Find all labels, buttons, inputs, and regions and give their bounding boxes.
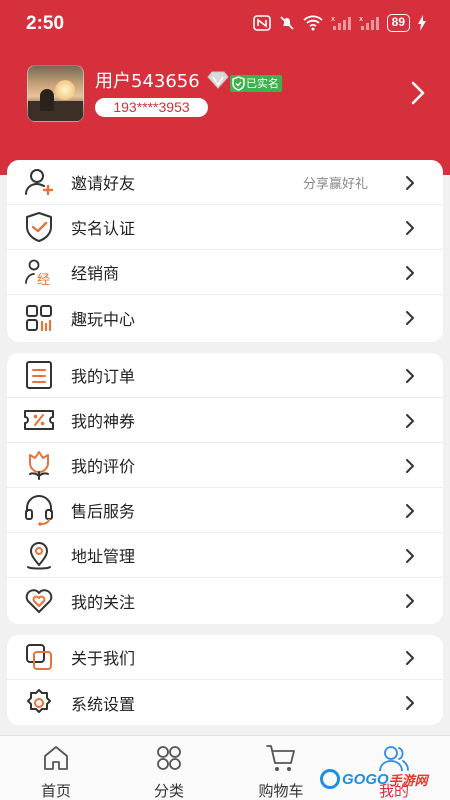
svg-text:x: x — [359, 15, 363, 23]
heart-icon — [22, 584, 56, 618]
chevron-right-icon — [406, 221, 414, 235]
menu-item-after-sales[interactable]: 售后服务 — [7, 488, 443, 533]
tab-label: 首页 — [40, 782, 71, 800]
menu-item-label: 经销商 — [71, 264, 120, 283]
settings-gear-icon — [22, 686, 56, 720]
menu-item-dealer[interactable]: 经 经销商 — [7, 250, 443, 295]
watermark-brand: GOGO — [342, 770, 389, 788]
chevron-right-icon — [406, 549, 414, 563]
menu-item-label: 我的评价 — [71, 457, 136, 476]
menu-item-real-name-auth[interactable]: 实名认证 — [7, 205, 443, 250]
status-icons: x x 89 — [252, 14, 426, 32]
verified-label: 已实名 — [246, 77, 279, 90]
menu-item-settings[interactable]: 系统设置 — [7, 680, 443, 725]
menu-item-label: 我的订单 — [71, 367, 136, 386]
chevron-right-icon — [406, 459, 414, 473]
tab-home[interactable]: 首页 — [16, 742, 96, 800]
menu-item-invite-friends[interactable]: 邀请好友 分享赢好礼 — [7, 160, 443, 205]
menu-group-orders: 我的订单 我的神券 我的评价 售后服务 地址管理 我的关注 — [7, 353, 443, 624]
chevron-right-icon — [406, 696, 414, 710]
profile-summary[interactable]: 用户543656 已实名 193****3953 — [27, 65, 427, 123]
charging-icon — [418, 15, 426, 31]
tab-category[interactable]: 分类 — [129, 742, 209, 800]
menu-item-label: 邀请好友 — [71, 174, 136, 193]
menu-item-favorites[interactable]: 我的关注 — [7, 578, 443, 623]
chevron-right-icon — [406, 266, 414, 280]
menu-item-label: 我的神券 — [71, 412, 136, 431]
menu-item-label: 实名认证 — [71, 219, 136, 238]
menu-group-account: 邀请好友 分享赢好礼 实名认证 经 经销商 趣玩中心 — [7, 160, 443, 342]
avatar[interactable] — [27, 65, 84, 122]
tab-cart[interactable]: 购物车 — [241, 742, 321, 800]
signal-icon: x — [331, 15, 351, 30]
watermark-circle-icon — [320, 769, 340, 789]
chevron-right-icon — [406, 176, 414, 190]
menu-item-label: 趣玩中心 — [71, 309, 136, 329]
svg-text:x: x — [331, 15, 335, 23]
menu-item-my-orders[interactable]: 我的订单 — [7, 353, 443, 398]
shield-check-icon — [22, 210, 56, 244]
invite-friend-icon — [22, 165, 56, 199]
verified-badge: 已实名 — [230, 75, 282, 92]
menu-item-label: 地址管理 — [71, 547, 136, 566]
dealer-icon: 经 — [22, 255, 56, 289]
menu-item-my-coupons[interactable]: 我的神券 — [7, 398, 443, 443]
watermark-logo: GOGO 手游网 — [320, 768, 428, 790]
menu-item-about-us[interactable]: 关于我们 — [7, 635, 443, 680]
signal-icon: x — [359, 15, 379, 30]
menu-item-label: 我的关注 — [71, 592, 136, 612]
chevron-right-icon — [406, 414, 414, 428]
category-icon — [157, 746, 181, 770]
coupon-icon — [22, 403, 56, 437]
nfc-icon — [252, 15, 271, 31]
status-bar: 2:50 x x 89 — [0, 0, 450, 46]
cart-icon — [266, 745, 295, 771]
status-time: 2:50 — [26, 13, 65, 34]
username: 用户543656 — [95, 71, 200, 92]
diamond-vip-icon — [207, 71, 229, 89]
menu-item-address[interactable]: 地址管理 — [7, 533, 443, 578]
chevron-right-icon — [406, 369, 414, 383]
battery-icon: 89 — [386, 14, 410, 32]
chevron-right-icon — [406, 651, 414, 665]
menu-item-label: 售后服务 — [71, 502, 136, 521]
menu-item-my-reviews[interactable]: 我的评价 — [7, 443, 443, 488]
shield-icon — [232, 76, 245, 91]
menu-item-label: 系统设置 — [71, 694, 136, 714]
location-pin-icon — [22, 538, 56, 572]
watermark-site: 手游网 — [388, 772, 428, 788]
headset-icon — [22, 493, 56, 527]
chevron-right-icon — [406, 594, 414, 608]
menu-item-fun-center[interactable]: 趣玩中心 — [7, 295, 443, 340]
order-list-icon — [22, 358, 56, 392]
grid-apps-icon — [22, 301, 56, 335]
mute-icon — [280, 16, 294, 30]
svg-text:经: 经 — [37, 273, 50, 287]
tab-label: 分类 — [153, 782, 184, 800]
home-icon — [44, 746, 68, 770]
chevron-right-icon — [406, 311, 414, 325]
about-icon — [22, 640, 56, 674]
phone-number: 193****3953 — [95, 98, 208, 117]
tab-label: 购物车 — [258, 782, 304, 800]
menu-item-label: 关于我们 — [71, 649, 136, 668]
review-flower-icon — [22, 448, 56, 482]
menu-item-hint: 分享赢好礼 — [302, 176, 368, 192]
chevron-right-icon — [406, 504, 414, 518]
menu-group-system: 关于我们 系统设置 — [7, 635, 443, 725]
wifi-icon — [303, 15, 323, 31]
profile-header: 2:50 x x 89 用户543656 已实名 193****3953 — [0, 0, 450, 175]
chevron-right-icon[interactable] — [411, 81, 425, 105]
